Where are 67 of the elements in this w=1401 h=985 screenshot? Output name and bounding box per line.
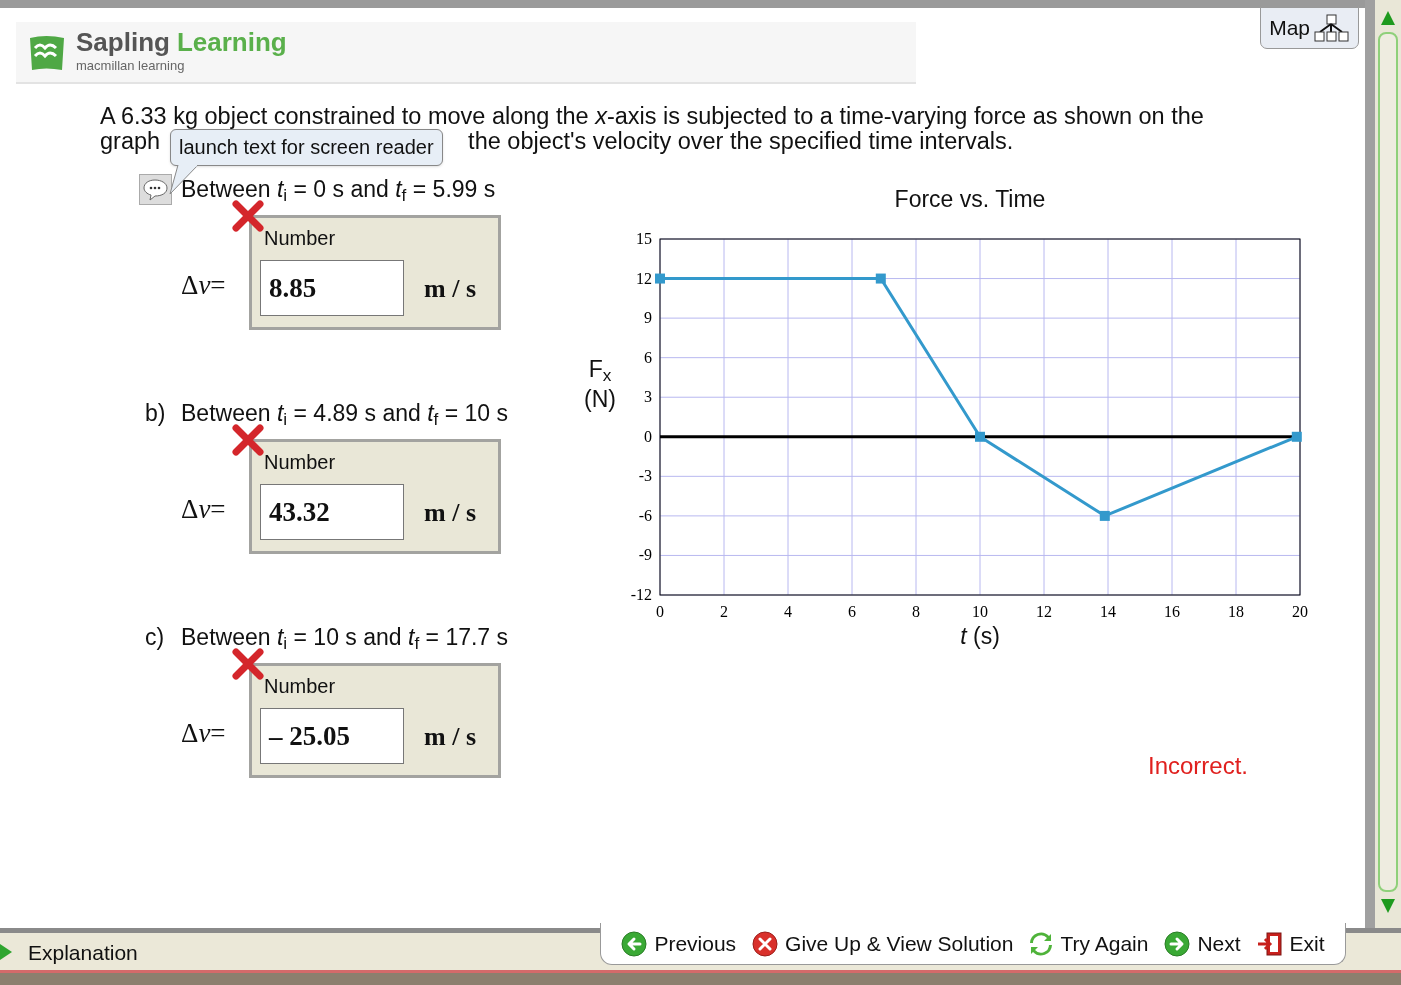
y-tick-label: -3 bbox=[638, 466, 652, 484]
field-label: Number bbox=[264, 674, 337, 698]
y-tick-label: 0 bbox=[644, 427, 652, 445]
nav-button[interactable]: Next bbox=[1164, 927, 1241, 960]
point bbox=[875, 273, 886, 284]
x-tick-label: 20 bbox=[1292, 602, 1308, 620]
question-text: the object's velocity over the specified time intervals. bbox=[468, 129, 1014, 154]
part-prompt: Between t$_{i}$ = 4.89 s and t$_{f}$ = 10 s bbox=[181, 398, 509, 431]
part-prompt: Between t$_{i}$ = 0 s and t$_{f}$ = 5.99 s bbox=[181, 174, 496, 207]
delta-v-label: Δv= bbox=[181, 717, 227, 751]
y-tick-label: -6 bbox=[638, 506, 652, 524]
y-axis-label: F$_{x}$ (N) bbox=[583, 354, 617, 414]
part-label: c) bbox=[145, 622, 165, 652]
sitemap-icon bbox=[1314, 14, 1350, 42]
field-label: Number bbox=[264, 450, 337, 474]
delta-v-label: Δv= bbox=[181, 269, 227, 303]
unit-label: m / s bbox=[424, 496, 476, 529]
expand-arrow-icon[interactable] bbox=[0, 943, 12, 960]
publisher-name: macmillan learning bbox=[76, 57, 186, 76]
y-tick-label: -9 bbox=[638, 545, 652, 563]
x-tick-label: 14 bbox=[1100, 602, 1116, 620]
scroll-down-icon[interactable] bbox=[1380, 898, 1396, 914]
part-label: b) bbox=[145, 398, 166, 428]
speech-bubble-icon[interactable] bbox=[139, 173, 172, 205]
answer-field[interactable]: 8.85 bbox=[260, 260, 404, 316]
x-tick-label: 0 bbox=[656, 602, 664, 620]
x-tick-label: 10 bbox=[972, 602, 988, 620]
point bbox=[1099, 510, 1110, 521]
nav-button[interactable]: Exit bbox=[1256, 927, 1325, 960]
question-text: graph bbox=[100, 129, 161, 154]
nav-button[interactable]: Try Again bbox=[1029, 927, 1149, 960]
scroll-up-icon[interactable] bbox=[1380, 10, 1396, 26]
y-tick-label: -12 bbox=[630, 585, 652, 603]
close-icon bbox=[752, 930, 779, 957]
y-tick-label: 9 bbox=[644, 308, 652, 326]
answer-field[interactable]: 43.32 bbox=[260, 484, 404, 540]
refresh-icon bbox=[1029, 930, 1054, 957]
x-tick-label: 2 bbox=[720, 602, 728, 620]
y-tick-label: 15 bbox=[636, 229, 652, 247]
point bbox=[655, 273, 665, 284]
unit-label: m / s bbox=[424, 720, 476, 753]
brand-name-accent: Learning bbox=[176, 28, 287, 57]
x-tick-label: 16 bbox=[1164, 602, 1180, 620]
chart-title: Force vs. Time bbox=[894, 185, 1046, 214]
delta-v-label: Δv= bbox=[181, 493, 227, 527]
question-text: A 6.33 kg object constrained to move along the x-axis is subjected to a time-varying force as shown on the bbox=[100, 104, 1205, 129]
y-tick-label: 12 bbox=[636, 269, 652, 287]
x-tick-label: 4 bbox=[784, 602, 792, 620]
brand-name: Sapling bbox=[76, 28, 170, 57]
answer-field[interactable]: – 25.05 bbox=[260, 708, 404, 764]
unit-label: m / s bbox=[424, 272, 476, 305]
x-tick-label: 18 bbox=[1228, 602, 1244, 620]
x-tick-label: 12 bbox=[1036, 602, 1052, 620]
nav-button[interactable]: Give Up & View Solution bbox=[752, 927, 1014, 960]
point bbox=[1291, 431, 1302, 442]
x-tick-label: 6 bbox=[848, 602, 856, 620]
explanation-toggle[interactable]: Explanation bbox=[28, 936, 138, 969]
y-tick-label: 6 bbox=[644, 348, 652, 366]
part-prompt: Between t$_{i}$ = 10 s and t$_{f}$ = 17.7 s bbox=[181, 622, 509, 655]
x-tick-label: 8 bbox=[912, 602, 920, 620]
exit-door-icon bbox=[1256, 930, 1283, 957]
field-label: Number bbox=[264, 226, 337, 250]
y-tick-label: 3 bbox=[644, 387, 652, 405]
point bbox=[975, 431, 985, 442]
nav-button[interactable]: Previous bbox=[621, 927, 737, 960]
map-button[interactable]: Map bbox=[1260, 7, 1359, 49]
feedback-message: Incorrect. bbox=[1147, 751, 1248, 781]
